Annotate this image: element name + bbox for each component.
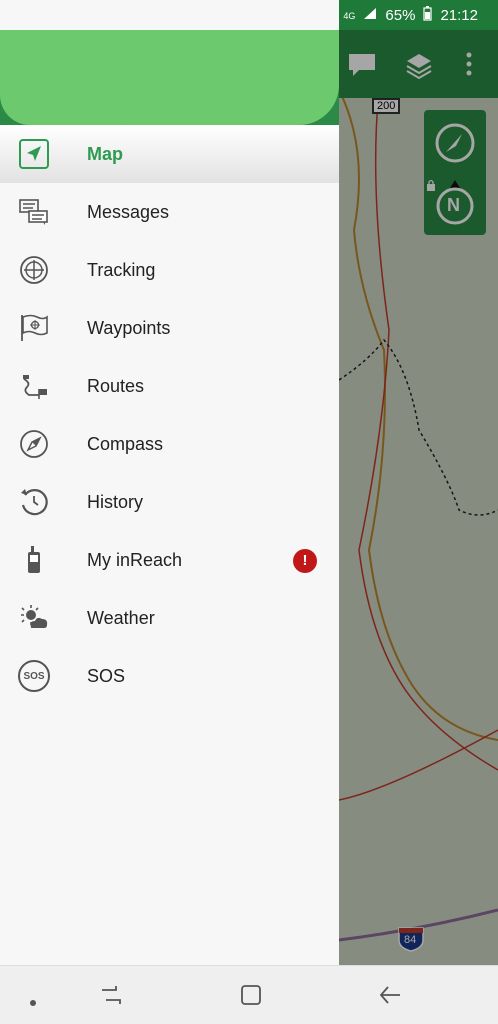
alert-badge: ! (293, 549, 317, 573)
menu-item-label: Tracking (87, 259, 156, 280)
drawer-scrim[interactable] (339, 30, 498, 965)
menu-item-label: Map (87, 143, 123, 164)
battery-icon (423, 6, 433, 25)
network-type-label: 4G (343, 10, 356, 21)
menu-item-label: Routes (87, 375, 145, 396)
system-navigation-bar (0, 965, 498, 1024)
menu-item-label: SOS (87, 665, 126, 686)
menu-item-label: Compass (87, 433, 164, 454)
drawer-menu: Map Messages Tracking Waypoints Routes C… (0, 125, 339, 705)
recent-apps-button[interactable] (100, 984, 122, 1011)
menu-item-label: History (87, 491, 144, 512)
menu-item-routes[interactable]: Routes (0, 357, 339, 415)
device-icon (18, 544, 50, 576)
home-button[interactable] (240, 984, 262, 1011)
menu-item-map[interactable]: Map (0, 125, 339, 183)
sos-icon-text: SOS (23, 670, 45, 682)
back-button[interactable] (378, 984, 402, 1011)
menu-item-history[interactable]: History (0, 473, 339, 531)
battery-percent: 65% (385, 7, 416, 24)
navigation-drawer: Map Messages Tracking Waypoints Routes C… (0, 0, 339, 965)
clock: 21:12 (440, 7, 478, 24)
compass-icon (18, 428, 50, 460)
dot-indicator-icon (30, 993, 36, 1011)
menu-item-label: Messages (87, 201, 170, 222)
menu-item-my-inreach[interactable]: My inReach ! (0, 531, 339, 589)
menu-item-compass[interactable]: Compass (0, 415, 339, 473)
routes-icon (18, 370, 50, 402)
signal-icon (363, 7, 377, 24)
menu-item-messages[interactable]: Messages (0, 183, 339, 241)
menu-item-waypoints[interactable]: Waypoints (0, 299, 339, 357)
map-navigation-icon (18, 138, 50, 170)
menu-item-tracking[interactable]: Tracking (0, 241, 339, 299)
waypoints-icon (18, 312, 50, 344)
menu-item-label: My inReach (87, 549, 183, 570)
drawer-header (0, 30, 339, 125)
weather-icon (18, 602, 50, 634)
menu-item-label: Weather (87, 607, 155, 628)
menu-item-sos[interactable]: SOS SOS (0, 647, 339, 705)
messages-icon (18, 196, 50, 228)
account-info-redacted (0, 30, 339, 125)
sos-icon: SOS (18, 660, 50, 692)
history-icon (18, 486, 50, 518)
tracking-icon (18, 254, 50, 286)
menu-item-label: Waypoints (87, 317, 171, 338)
menu-item-weather[interactable]: Weather (0, 589, 339, 647)
